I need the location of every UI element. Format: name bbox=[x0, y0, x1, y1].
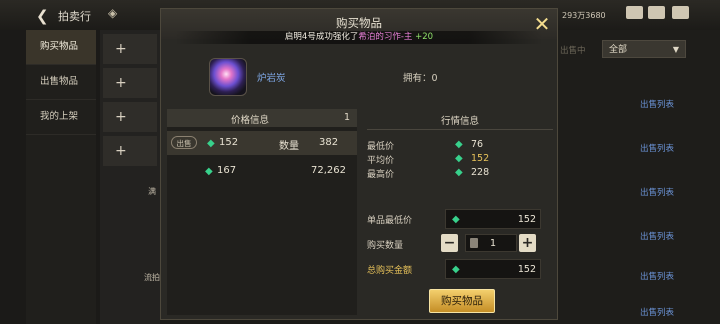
price-info-header: 价格信息 1 bbox=[167, 109, 357, 127]
menu-icon[interactable] bbox=[672, 6, 689, 19]
total-label: 总购买金额 bbox=[367, 266, 413, 276]
mail-icon[interactable] bbox=[648, 6, 665, 19]
quantity-input[interactable]: 1 bbox=[465, 234, 517, 252]
unit-price-row: 单品最低价 ◆ 152 bbox=[367, 209, 553, 229]
item-summary: 炉岩炭 拥有：0 bbox=[161, 53, 557, 107]
diamond-icon[interactable]: ◈ bbox=[108, 6, 117, 20]
quantity-label: 购买数量 bbox=[367, 241, 404, 251]
page-title: 拍卖行 bbox=[58, 10, 91, 23]
min-price-label: 最低价 bbox=[367, 142, 395, 152]
gem-icon: ◆ bbox=[455, 153, 463, 164]
category-expand-button[interactable]: + bbox=[103, 102, 157, 132]
gem-icon: ◆ bbox=[207, 138, 215, 149]
purchase-dialog: 购买物品 ✕ 启明4号成功强化了希泊的习作-主 +20 炉岩炭 拥有：0 价格信… bbox=[160, 8, 558, 320]
status-label: 出售中 bbox=[560, 46, 586, 56]
filter-value: 全部 bbox=[609, 45, 628, 55]
item-orb-icon bbox=[209, 58, 247, 96]
sidebar-item-my-listings[interactable]: 我的上架 bbox=[26, 100, 96, 135]
price-info-panel: 价格信息 1 出售 ◆ 152 数量 382 ◆ 167 72,262 bbox=[167, 109, 357, 315]
sell-list-link[interactable]: 出售列表 bbox=[640, 142, 674, 154]
category-label: 满 bbox=[148, 187, 156, 196]
min-price-value: 76 bbox=[471, 139, 484, 150]
max-price-value: 228 bbox=[471, 167, 490, 178]
quantity-value: 382 bbox=[319, 137, 339, 148]
listing-panel bbox=[530, 30, 720, 324]
gem-icon: ◆ bbox=[205, 166, 213, 177]
notice-bonus: +20 bbox=[415, 32, 434, 42]
sidebar-item-buy[interactable]: 购买物品 bbox=[26, 30, 96, 65]
quantity-value: 72,262 bbox=[311, 165, 346, 176]
category-expand-button[interactable]: + bbox=[103, 34, 157, 64]
increase-button[interactable]: + bbox=[519, 234, 536, 252]
owned-count: 拥有：0 bbox=[403, 70, 438, 84]
gem-icon: ◆ bbox=[452, 264, 460, 275]
quantity-value: 1 bbox=[490, 238, 497, 249]
category-label: 流拍 bbox=[144, 273, 160, 282]
avg-price-label: 平均价 bbox=[367, 156, 395, 166]
quantity-label: 数量 bbox=[279, 141, 299, 152]
item-name: 炉岩炭 bbox=[257, 73, 286, 84]
unit-price-value: 152 bbox=[517, 214, 536, 225]
max-price-label: 最高价 bbox=[367, 170, 395, 180]
sell-list-link[interactable]: 出售列表 bbox=[640, 306, 674, 318]
currency-amount: 293万3680 bbox=[562, 11, 606, 20]
price-info-title: 价格信息 bbox=[231, 115, 270, 126]
category-expand-button[interactable]: + bbox=[103, 136, 157, 166]
gem-icon: ◆ bbox=[455, 167, 463, 178]
notice-item: 希泊的习作-主 bbox=[358, 32, 413, 42]
total-row: 总购买金额 ◆ 152 bbox=[367, 259, 553, 279]
notice-prefix: 启明4号成功强化了 bbox=[284, 32, 359, 42]
sell-list-link[interactable]: 出售列表 bbox=[640, 186, 674, 198]
dialog-title: 购买物品 bbox=[336, 16, 382, 30]
bag-icon[interactable] bbox=[626, 6, 643, 19]
sell-list-link[interactable]: 出售列表 bbox=[640, 230, 674, 242]
owned-value: 0 bbox=[431, 73, 438, 84]
gem-icon: ◆ bbox=[455, 139, 463, 150]
price-row[interactable]: ◆ 167 72,262 bbox=[167, 159, 357, 183]
price-value: 167 bbox=[217, 165, 237, 176]
chevron-down-icon: ▼ bbox=[672, 45, 679, 54]
sidebar: 购买物品 出售物品 我的上架 bbox=[26, 30, 96, 324]
system-notice: 启明4号成功强化了希泊的习作-主 +20 bbox=[175, 31, 543, 44]
unit-price-label: 单品最低价 bbox=[367, 216, 413, 226]
quantity-row: 购买数量 − 1 + bbox=[367, 234, 553, 254]
gem-icon: ◆ bbox=[452, 214, 460, 225]
sidebar-item-sell[interactable]: 出售物品 bbox=[26, 65, 96, 100]
decrease-button[interactable]: − bbox=[441, 234, 458, 252]
sell-list-link[interactable]: 出售列表 bbox=[640, 98, 674, 110]
back-arrow-icon[interactable]: ❮ bbox=[36, 7, 49, 25]
unit-price-field: ◆ 152 bbox=[445, 209, 541, 229]
calculator-icon[interactable] bbox=[470, 238, 478, 248]
price-value: 152 bbox=[219, 137, 239, 148]
total-field: ◆ 152 bbox=[445, 259, 541, 279]
sell-badge: 出售 bbox=[171, 136, 197, 149]
avg-price-value: 152 bbox=[471, 153, 490, 164]
buy-button[interactable]: 购买物品 bbox=[429, 289, 495, 313]
market-info-panel: 行情信息 最低价 ◆ 76 平均价 ◆ 152 最高价 ◆ 228 bbox=[367, 109, 553, 189]
owned-label: 拥有： bbox=[403, 73, 432, 84]
filter-select[interactable]: 全部 ▼ bbox=[602, 40, 686, 58]
price-row[interactable]: 出售 ◆ 152 数量 382 bbox=[167, 131, 357, 155]
total-value: 152 bbox=[517, 264, 536, 275]
price-info-count: 1 bbox=[344, 112, 351, 123]
sell-list-link[interactable]: 出售列表 bbox=[640, 270, 674, 282]
category-expand-button[interactable]: + bbox=[103, 68, 157, 98]
market-info-title: 行情信息 bbox=[440, 116, 479, 127]
divider bbox=[367, 129, 553, 130]
